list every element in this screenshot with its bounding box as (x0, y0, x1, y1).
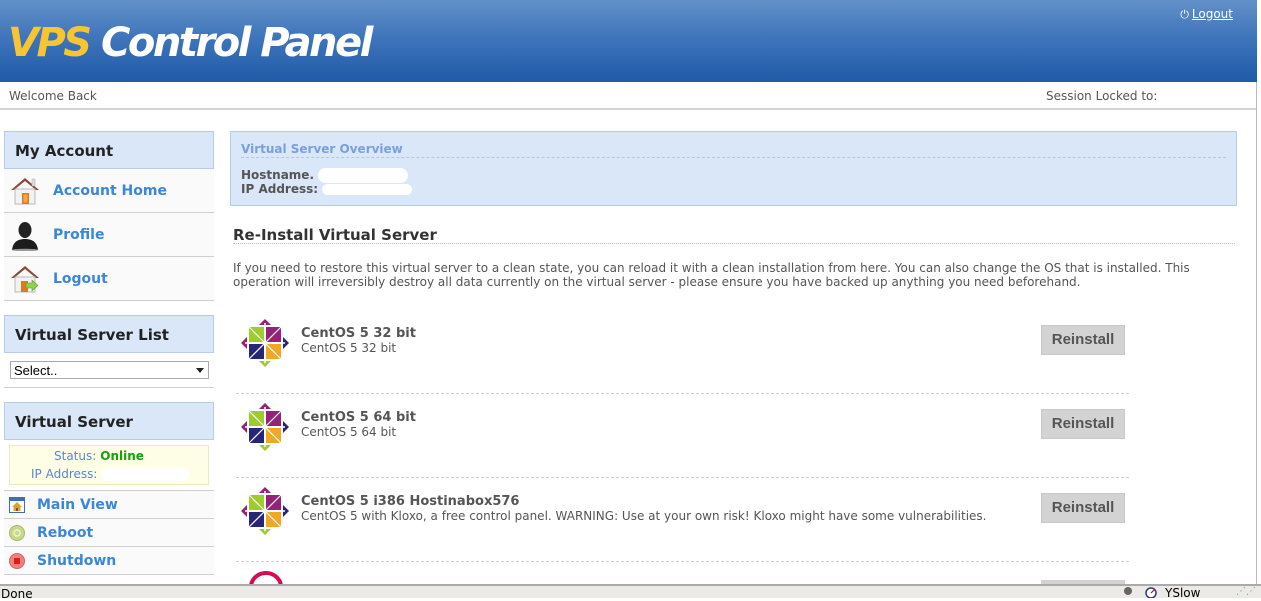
sidebar-item-label: Logout (53, 270, 108, 287)
status-text: Done (1, 587, 33, 601)
sidebar-item-label: Main View (37, 496, 118, 513)
logo-control-panel: Control Panel (101, 20, 373, 66)
centos-logo-icon (241, 403, 289, 451)
hostname-label: Hostname. (241, 168, 315, 182)
main-content: Virtual Server Overview Hostname. IP Add… (230, 131, 1237, 562)
overview-ip-label: IP Address: (241, 182, 319, 196)
page-scrollbar[interactable] (1256, 82, 1261, 586)
status-label: Status: (54, 449, 97, 463)
header-banner: VPS Control Panel ⏻ Logout (0, 0, 1257, 82)
ip-label: IP Address: (31, 467, 98, 481)
addon-icon (1124, 587, 1132, 595)
reinstall-description: If you need to restore this virtual serv… (233, 261, 1190, 289)
redacted-overview-ip (322, 184, 413, 195)
server-select[interactable]: Select.. (10, 361, 209, 379)
os-list-item: CentOS 5 32 bit CentOS 5 32 bit Reinstal… (236, 309, 1129, 394)
status-row: Status: Online (54, 449, 144, 463)
power-icon: ⏻ (1180, 8, 1189, 21)
reinstall-button[interactable]: Reinstall (1041, 325, 1125, 355)
os-description: CentOS 5 64 bit (301, 425, 397, 439)
server-select-value: Select.. (14, 363, 58, 378)
sidebar-item-logout[interactable]: Logout (4, 257, 214, 301)
redacted-ip (101, 468, 190, 481)
user-icon (8, 219, 42, 251)
overview-ip-row: IP Address: (241, 182, 413, 196)
os-description: CentOS 5 32 bit (301, 341, 397, 355)
info-bar: Welcome Back Session Locked to: (0, 82, 1257, 110)
status-badge: Online (100, 449, 144, 463)
server-status-box: Status: Online IP Address: (9, 445, 209, 485)
session-locked-text: Session Locked to: (1046, 89, 1158, 103)
ip-row: IP Address: (31, 467, 190, 481)
main-view-icon (8, 496, 26, 514)
resize-grip-icon[interactable]: ⋰⋰ (1236, 586, 1260, 598)
sidebar-item-label: Account Home (53, 182, 167, 199)
logo-vps: VPS (8, 20, 92, 66)
sidebar-item-account-home[interactable]: Account Home (4, 169, 214, 213)
yslow-label[interactable]: YSlow (1165, 587, 1200, 599)
hostname-row: Hostname. (241, 168, 409, 183)
os-list-item: CentOS 5 i386 Hostinabox576 CentOS 5 wit… (236, 477, 1129, 562)
section-title: Re-Install Virtual Server (233, 226, 437, 244)
sidebar-item-main-view[interactable]: Main View (4, 491, 214, 519)
my-account-heading: My Account (4, 131, 214, 169)
section-divider (233, 243, 1235, 244)
redacted-hostname (318, 168, 409, 183)
reinstall-button[interactable]: Reinstall (1041, 409, 1125, 439)
os-description: CentOS 5 with Kloxo, a free control pane… (301, 509, 987, 523)
sidebar-item-shutdown[interactable]: Shutdown (4, 547, 214, 575)
app-logo: VPS Control Panel (8, 18, 373, 68)
shutdown-icon (8, 552, 26, 570)
centos-logo-icon (241, 319, 289, 367)
overview-title: Virtual Server Overview (241, 142, 403, 156)
sidebar: My Account Account Home Profile Logout V… (4, 131, 214, 575)
server-list-heading: Virtual Server List (4, 315, 214, 353)
sidebar-item-reboot[interactable]: Reboot (4, 519, 214, 547)
server-select-row: Select.. (4, 353, 214, 388)
os-name: CentOS 5 64 bit (301, 410, 416, 425)
header-logout-label: Logout (1191, 7, 1233, 21)
os-list-item: CentOS 5 64 bit CentOS 5 64 bit Reinstal… (236, 393, 1129, 478)
header-logout-link[interactable]: ⏻ Logout (1180, 7, 1233, 22)
house-exit-icon (8, 263, 42, 295)
overview-panel: Virtual Server Overview Hostname. IP Add… (230, 131, 1237, 206)
sidebar-item-profile[interactable]: Profile (4, 213, 214, 257)
reboot-icon (8, 524, 26, 542)
os-name: CentOS 5 32 bit (301, 326, 416, 341)
sidebar-item-label: Shutdown (37, 552, 117, 569)
sidebar-item-label: Profile (53, 226, 105, 243)
welcome-text: Welcome Back (9, 89, 97, 103)
reinstall-button[interactable]: Reinstall (1041, 493, 1125, 523)
centos-logo-icon (241, 487, 289, 535)
house-icon (8, 175, 42, 207)
chevron-down-icon (196, 368, 204, 373)
sidebar-item-label: Reboot (37, 524, 94, 541)
os-name: CentOS 5 i386 Hostinabox576 (301, 494, 520, 509)
yslow-icon (1145, 587, 1157, 598)
overview-divider (241, 157, 1226, 158)
virtual-server-heading: Virtual Server (4, 402, 214, 440)
